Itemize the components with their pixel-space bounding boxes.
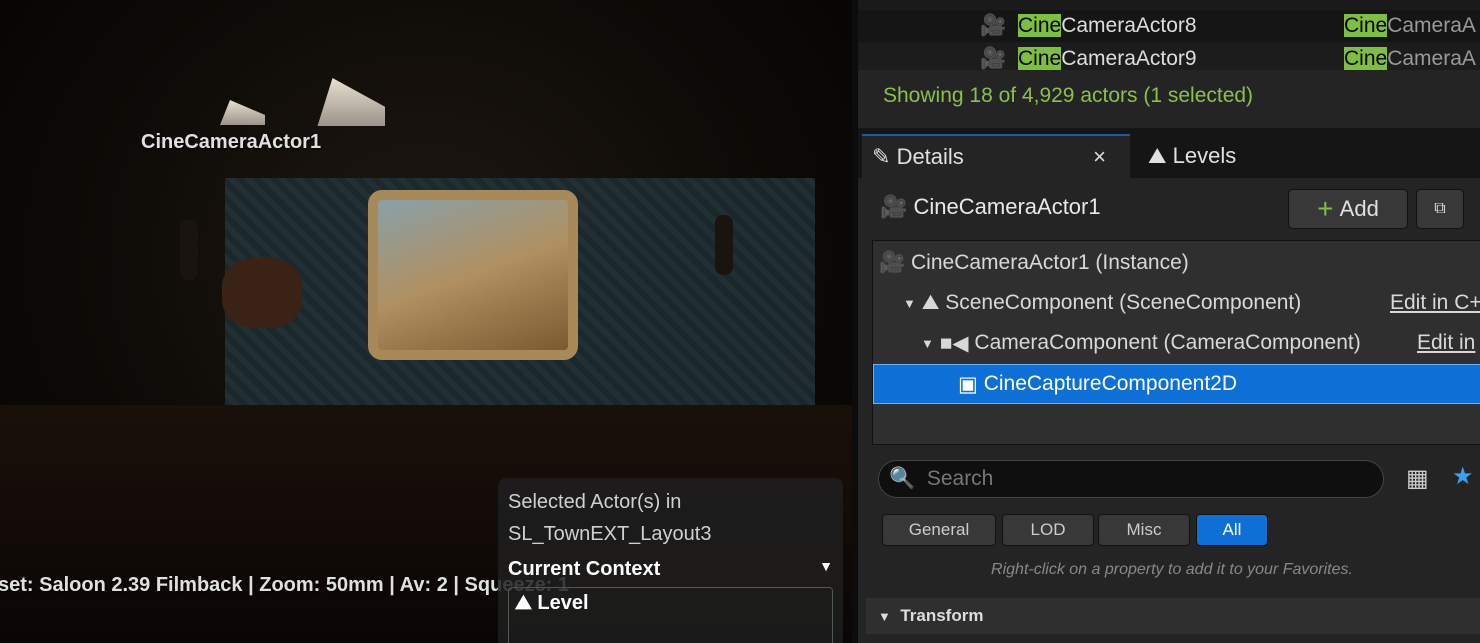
chevron-down-icon[interactable]: ▼ [903, 296, 916, 311]
levels-icon: ⛰ [1148, 143, 1167, 168]
level-icon: ⛰ [515, 592, 532, 614]
camera-icon: 🎥 [879, 251, 906, 274]
context-overlay: Selected Actor(s) in SL_TownEXT_Layout3 … [498, 478, 843, 643]
star-icon[interactable]: ★ [1452, 462, 1474, 491]
component-tree: 🎥 CineCameraActor1 (Instance) ▼ ⛰ SceneC… [872, 240, 1480, 445]
camera-gizmo[interactable] [317, 78, 385, 126]
chevron-down-icon: ▼ [878, 608, 891, 624]
camera-info-text: set: Saloon 2.39 Filmback | Zoom: 50mm |… [0, 574, 570, 596]
blueprint-button[interactable]: ⧉ [1416, 189, 1464, 229]
search-icon: 🔍 [889, 467, 916, 490]
image-icon: ▣ [958, 372, 978, 396]
camera-icon: 🎥 [880, 194, 908, 219]
context-level[interactable]: ⛰ Level [508, 587, 833, 643]
plus-icon: + [1317, 193, 1334, 224]
outliner-row[interactable]: 🎥 CineCameraActor8 CineCameraA [858, 10, 1480, 42]
video-camera-icon: ■◀ [939, 331, 969, 355]
filter-general[interactable]: General [882, 514, 996, 546]
component-row[interactable]: 🎥 CineCameraActor1 (Instance) [873, 244, 1480, 282]
camera-icon: 🎥 [980, 47, 1007, 70]
camera-gizmo[interactable] [220, 100, 265, 125]
filter-all[interactable]: All [1196, 514, 1268, 546]
chevron-down-icon[interactable]: ▼ [819, 558, 833, 581]
barrel [222, 258, 302, 328]
table-view-icon[interactable]: ▦ [1406, 464, 1429, 493]
level-viewport[interactable]: CineCameraActor1 set: Saloon 2.39 Filmba… [0, 0, 852, 643]
edit-link[interactable]: Edit in [1417, 331, 1475, 355]
component-row-selected[interactable]: ▣ CineCaptureComponent2D [873, 364, 1480, 404]
chevron-down-icon[interactable]: ▼ [921, 336, 934, 351]
filter-misc[interactable]: Misc [1098, 514, 1190, 546]
actor-label[interactable]: CineCameraActor1 [141, 131, 321, 154]
add-component-button[interactable]: + Add [1288, 189, 1408, 229]
favorites-hint: Right-click on a property to add it to y… [991, 561, 1353, 578]
outliner-status: Showing 18 of 4,929 actors (1 selected) [858, 70, 1480, 128]
camera-icon: 🎥 [980, 14, 1007, 37]
details-panel: 🎥 CineCameraActor1 + Add ⧉ 🎥 CineCameraA… [858, 178, 1480, 643]
actor-name: 🎥 CineCameraActor1 [880, 194, 1101, 219]
pencil-icon: ✎ [872, 144, 891, 169]
context-line2: SL_TownEXT_Layout3 [508, 523, 712, 545]
context-header[interactable]: Current Context ▼ [508, 558, 833, 581]
tab-details[interactable]: ✎ Details × [862, 134, 1130, 178]
search-input[interactable]: 🔍 Search [878, 460, 1384, 498]
filter-lod[interactable]: LOD [1002, 514, 1094, 546]
component-row[interactable]: ▼ ■◀ CameraComponent (CameraComponent) Ed… [873, 324, 1480, 362]
edit-link[interactable]: Edit in C+ [1390, 291, 1480, 315]
component-row[interactable]: ▼ ⛰ SceneComponent (SceneComponent) Edit … [873, 284, 1480, 322]
lamp [180, 220, 198, 280]
panel-tabs: ✎ Details × ⛰ Levels [858, 128, 1480, 178]
context-line1: Selected Actor(s) in [508, 491, 682, 513]
painting [368, 190, 578, 360]
hierarchy-icon: ⧉ [1434, 200, 1446, 217]
section-transform[interactable]: ▼ Transform [866, 598, 1480, 634]
close-icon[interactable]: × [1093, 144, 1106, 170]
tab-levels[interactable]: ⛰ Levels [1138, 134, 1236, 178]
lamp [715, 215, 733, 275]
scene-icon: ⛰ [921, 291, 940, 314]
right-panel: 🎥 CineCameraActor8 CineCameraA 🎥 CineCam… [852, 0, 1480, 643]
